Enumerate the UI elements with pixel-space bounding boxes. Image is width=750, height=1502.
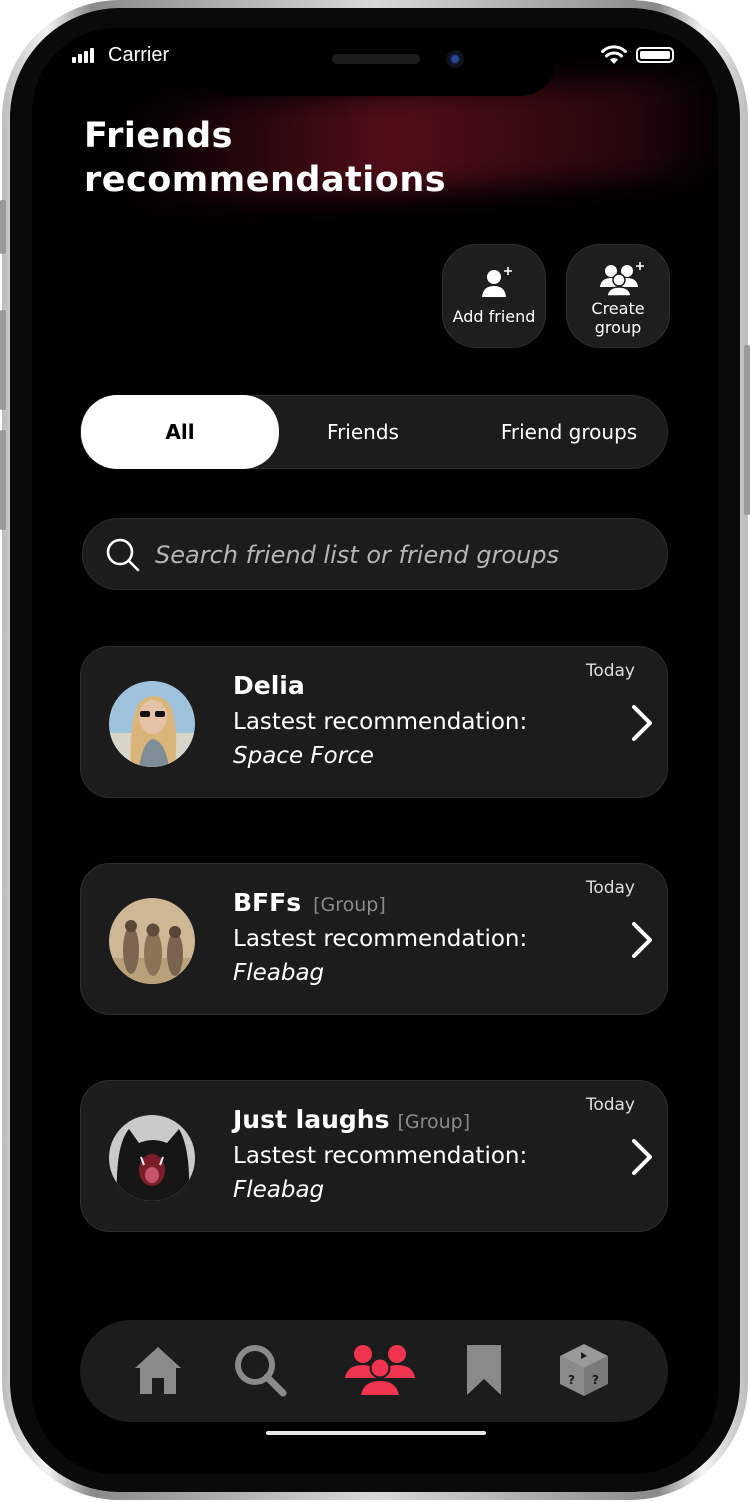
avatar	[109, 1115, 195, 1201]
card-date: Today	[585, 1095, 635, 1115]
woman-sunglasses-photo	[109, 681, 195, 767]
search-icon	[106, 538, 140, 572]
bookmark-icon	[467, 1345, 501, 1395]
nav-bookmarks[interactable]	[454, 1340, 514, 1400]
search-input[interactable]	[153, 519, 637, 591]
app-screen: Carrier Friends recommendations Add frie…	[32, 28, 718, 1474]
black-cat-yawning-photo	[109, 1115, 195, 1201]
card-date: Today	[585, 878, 635, 898]
home-icon	[135, 1347, 181, 1394]
tab-all[interactable]: All	[81, 395, 279, 469]
card-rec-label: Lastest recommendation:	[233, 1143, 528, 1169]
group-tag: [Group]	[397, 1111, 471, 1133]
status-bar: Carrier	[32, 28, 718, 88]
svg-text:?: ?	[592, 1373, 599, 1387]
page-title: Friends recommendations	[84, 116, 447, 200]
filter-tabs: All Friends Friend groups	[80, 395, 668, 469]
card-rec-label: Lastest recommendation:	[233, 709, 528, 735]
meerkats-photo	[109, 898, 195, 984]
volume-up-button	[0, 310, 6, 410]
chevron-right-icon	[632, 922, 652, 958]
card-show-title: Space Force	[233, 743, 374, 769]
card-show-title: Fleabag	[233, 1177, 325, 1203]
nav-home[interactable]	[128, 1340, 188, 1400]
random-dice-icon: ? ?	[560, 1344, 608, 1396]
card-date: Today	[585, 661, 635, 681]
recommendation-card-delia[interactable]: Delia Lastest recommendation: Space Forc…	[80, 646, 668, 798]
carrier-label: Carrier	[108, 44, 170, 66]
nav-friends[interactable]	[342, 1340, 418, 1400]
recommendation-card-just-laughs[interactable]: Just laughs [Group] Lastest recommendatio…	[80, 1080, 668, 1232]
card-name: Delia	[233, 671, 305, 700]
tab-friends[interactable]: Friends	[279, 396, 447, 468]
svg-text:?: ?	[568, 1373, 575, 1387]
create-group-label: Create group	[591, 299, 645, 337]
power-button	[744, 345, 750, 515]
friends-icon	[345, 1345, 415, 1397]
signal-icon	[72, 48, 94, 63]
volume-down-button	[0, 430, 6, 530]
battery-icon	[636, 47, 674, 63]
group-tag: [Group]	[313, 894, 386, 916]
card-rec-label: Lastest recommendation:	[233, 926, 528, 952]
chevron-right-icon	[632, 1139, 652, 1175]
add-person-icon	[482, 267, 512, 297]
chevron-right-icon	[632, 705, 652, 741]
card-name: Just laughs [Group]	[233, 1105, 471, 1134]
avatar	[109, 681, 195, 767]
tab-friend-groups[interactable]: Friend groups	[481, 396, 657, 468]
wifi-icon	[601, 45, 627, 64]
mute-switch	[0, 200, 6, 254]
add-friend-button[interactable]: Add friend	[442, 244, 546, 348]
card-name: BFFs [Group]	[233, 888, 386, 917]
nav-search[interactable]	[230, 1340, 290, 1400]
recommendation-card-bffs[interactable]: BFFs [Group] Lastest recommendation: Flea…	[80, 863, 668, 1015]
card-show-title: Fleabag	[233, 960, 325, 986]
nav-random[interactable]: ? ?	[554, 1340, 614, 1400]
add-group-icon	[600, 262, 644, 297]
avatar	[109, 898, 195, 984]
search-icon	[235, 1345, 287, 1397]
home-indicator	[266, 1431, 486, 1435]
search-bar	[82, 518, 668, 591]
bottom-nav: ? ?	[80, 1320, 668, 1422]
add-friend-label: Add friend	[452, 307, 536, 326]
create-group-button[interactable]: Create group	[566, 244, 670, 348]
